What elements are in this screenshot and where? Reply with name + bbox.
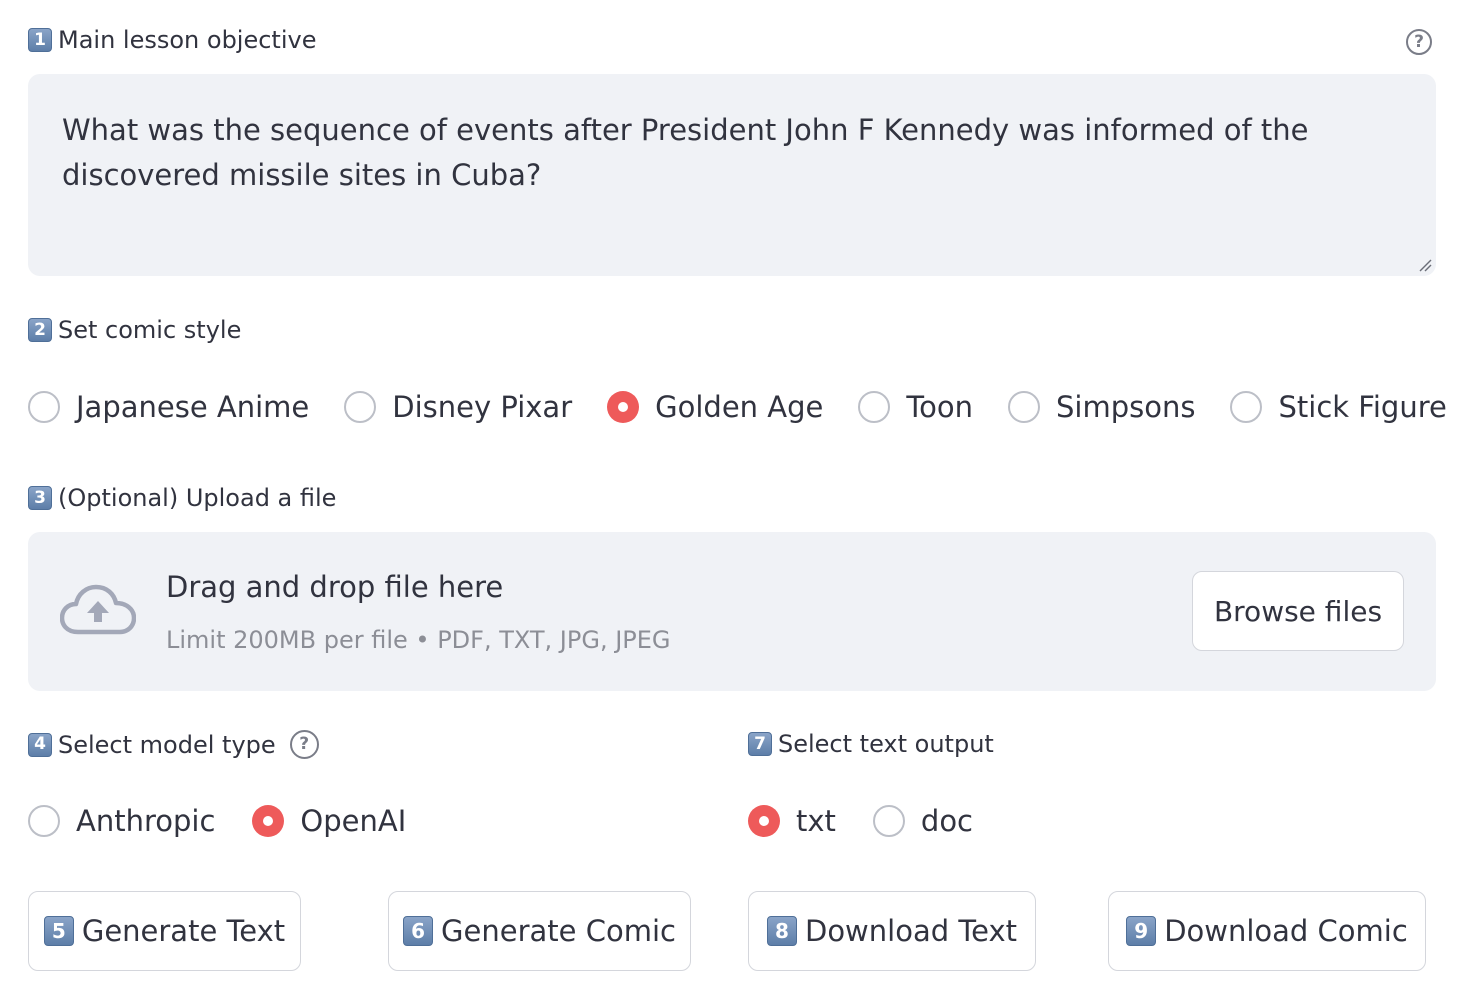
comic-style-label-text: Set comic style (58, 316, 242, 344)
keycap-8-icon: 8 (766, 916, 797, 946)
radio-label: Golden Age (655, 390, 824, 424)
dropzone-subtitle: Limit 200MB per file • PDF, TXT, JPG, JP… (166, 626, 671, 654)
generate-text-label: Generate Text (81, 914, 286, 948)
text-output-radio-group: txt doc (748, 804, 973, 838)
comic-style-label: 2 Set comic style (28, 316, 241, 344)
text-output-label: 7 Select text output (748, 730, 994, 758)
radio-circle[interactable] (28, 805, 60, 837)
radio-label: Stick Figure (1278, 390, 1447, 424)
radio-label: Simpsons (1056, 390, 1196, 424)
radio-circle[interactable] (872, 805, 905, 837)
radio-circle[interactable] (1008, 391, 1041, 423)
generate-text-button[interactable]: 5 Generate Text (28, 891, 301, 971)
keycap-5-icon: 5 (43, 916, 74, 946)
radio-label: Disney Pixar (392, 390, 573, 424)
help-icon[interactable]: ? (289, 730, 319, 759)
radio-anthropic[interactable]: Anthropic (28, 804, 215, 838)
radio-golden-age[interactable]: Golden Age (607, 390, 823, 424)
radio-label: doc (920, 804, 974, 838)
upload-label-text: (Optional) Upload a file (58, 484, 337, 512)
keycap-4-icon: 4 (28, 732, 52, 757)
radio-circle[interactable] (28, 391, 60, 423)
radio-label: Japanese Anime (76, 390, 310, 424)
generate-comic-button[interactable]: 6 Generate Comic (388, 891, 691, 971)
radio-circle-selected[interactable] (748, 805, 780, 837)
download-comic-button[interactable]: 9 Download Comic (1108, 891, 1426, 971)
generate-comic-label: Generate Comic (441, 914, 676, 948)
radio-openai[interactable]: OpenAI (252, 804, 406, 838)
radio-circle[interactable] (344, 391, 377, 423)
text-output-label-text: Select text output (778, 730, 994, 758)
keycap-3-icon: 3 (28, 486, 52, 510)
radio-circle[interactable] (858, 391, 891, 423)
radio-circle-selected[interactable] (252, 805, 285, 837)
radio-circle-selected[interactable] (607, 391, 640, 423)
objective-label-text: Main lesson objective (58, 26, 317, 54)
objective-text[interactable]: What was the sequence of events after Pr… (62, 113, 1309, 192)
radio-simpsons[interactable]: Simpsons (1008, 390, 1195, 424)
file-dropzone[interactable]: Drag and drop file here Limit 200MB per … (28, 532, 1436, 691)
keycap-6-icon: 6 (403, 916, 434, 946)
upload-label: 3 (Optional) Upload a file (28, 484, 336, 512)
radio-japanese-anime[interactable]: Japanese Anime (28, 390, 309, 424)
dropzone-title: Drag and drop file here (166, 570, 504, 604)
help-icon[interactable]: ? (1406, 29, 1432, 55)
radio-label: txt (796, 804, 836, 838)
objective-label: 1 Main lesson objective (28, 26, 316, 54)
radio-disney-pixar[interactable]: Disney Pixar (344, 390, 572, 424)
radio-label: Anthropic (76, 804, 216, 838)
radio-txt[interactable]: txt (748, 804, 836, 838)
keycap-2-icon: 2 (28, 318, 52, 342)
model-type-label-text: Select model type (58, 730, 276, 759)
cloud-upload-icon (60, 584, 136, 635)
keycap-7-icon: 7 (748, 732, 772, 756)
comic-style-radio-group: Japanese Anime Disney Pixar Golden Age T… (28, 390, 1447, 424)
model-type-label: 4 Select model type ? (28, 730, 319, 759)
download-text-label: Download Text (804, 914, 1018, 948)
browse-files-button[interactable]: Browse files (1192, 571, 1404, 651)
resize-grip-icon[interactable] (1418, 258, 1432, 272)
keycap-1-icon: 1 (28, 28, 52, 52)
radio-doc[interactable]: doc (872, 804, 974, 838)
keycap-9-icon: 9 (1126, 916, 1157, 946)
radio-toon[interactable]: Toon (858, 390, 973, 424)
objective-textarea[interactable]: What was the sequence of events after Pr… (28, 74, 1436, 276)
model-type-radio-group: Anthropic OpenAI (28, 804, 406, 838)
radio-label: OpenAI (300, 804, 407, 838)
radio-label: Toon (906, 390, 974, 424)
radio-circle[interactable] (1230, 391, 1263, 423)
download-comic-label: Download Comic (1164, 914, 1408, 948)
radio-stick-figure[interactable]: Stick Figure (1230, 390, 1447, 424)
download-text-button[interactable]: 8 Download Text (748, 891, 1036, 971)
